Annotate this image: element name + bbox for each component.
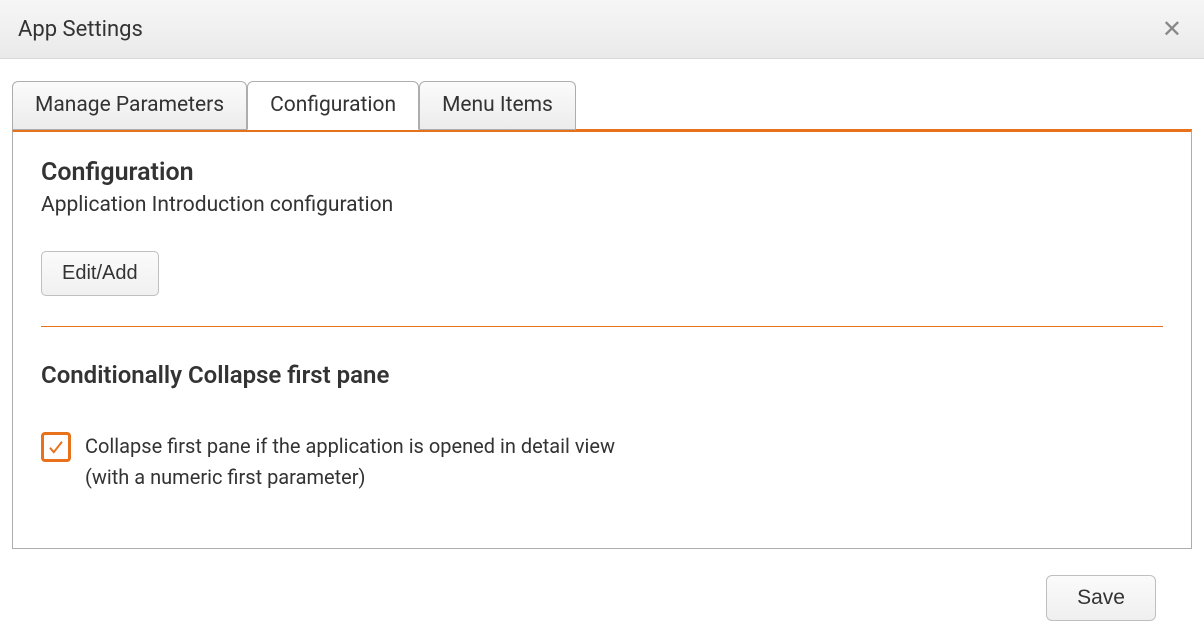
section-configuration-subtitle: Application Introduction configuration (41, 193, 1163, 217)
collapse-checkbox-label: Collapse first pane if the application i… (85, 431, 615, 493)
tab-configuration[interactable]: Configuration (247, 81, 419, 130)
tab-panel-configuration: Configuration Application Introduction c… (12, 129, 1192, 549)
collapse-checkbox-row: Collapse first pane if the application i… (41, 431, 1163, 493)
tab-row: Manage Parameters Configuration Menu Ite… (12, 81, 1192, 130)
tab-manage-parameters[interactable]: Manage Parameters (12, 81, 247, 130)
dialog-title: App Settings (18, 17, 143, 42)
titlebar: App Settings ✕ (0, 0, 1204, 59)
section-configuration-title: Configuration (41, 158, 1163, 187)
save-button[interactable]: Save (1046, 575, 1156, 621)
footer: Save (12, 549, 1192, 621)
collapse-label-line1: Collapse first pane if the application i… (85, 434, 615, 458)
check-icon (47, 438, 65, 456)
section-collapse-title: Conditionally Collapse first pane (41, 361, 1163, 389)
tab-menu-items[interactable]: Menu Items (419, 81, 576, 130)
collapse-checkbox[interactable] (41, 432, 71, 462)
content: Manage Parameters Configuration Menu Ite… (0, 59, 1204, 621)
divider (41, 326, 1163, 327)
edit-add-button[interactable]: Edit/Add (41, 251, 159, 296)
collapse-label-line2: (with a numeric first parameter) (85, 465, 365, 489)
close-icon[interactable]: ✕ (1158, 13, 1186, 45)
